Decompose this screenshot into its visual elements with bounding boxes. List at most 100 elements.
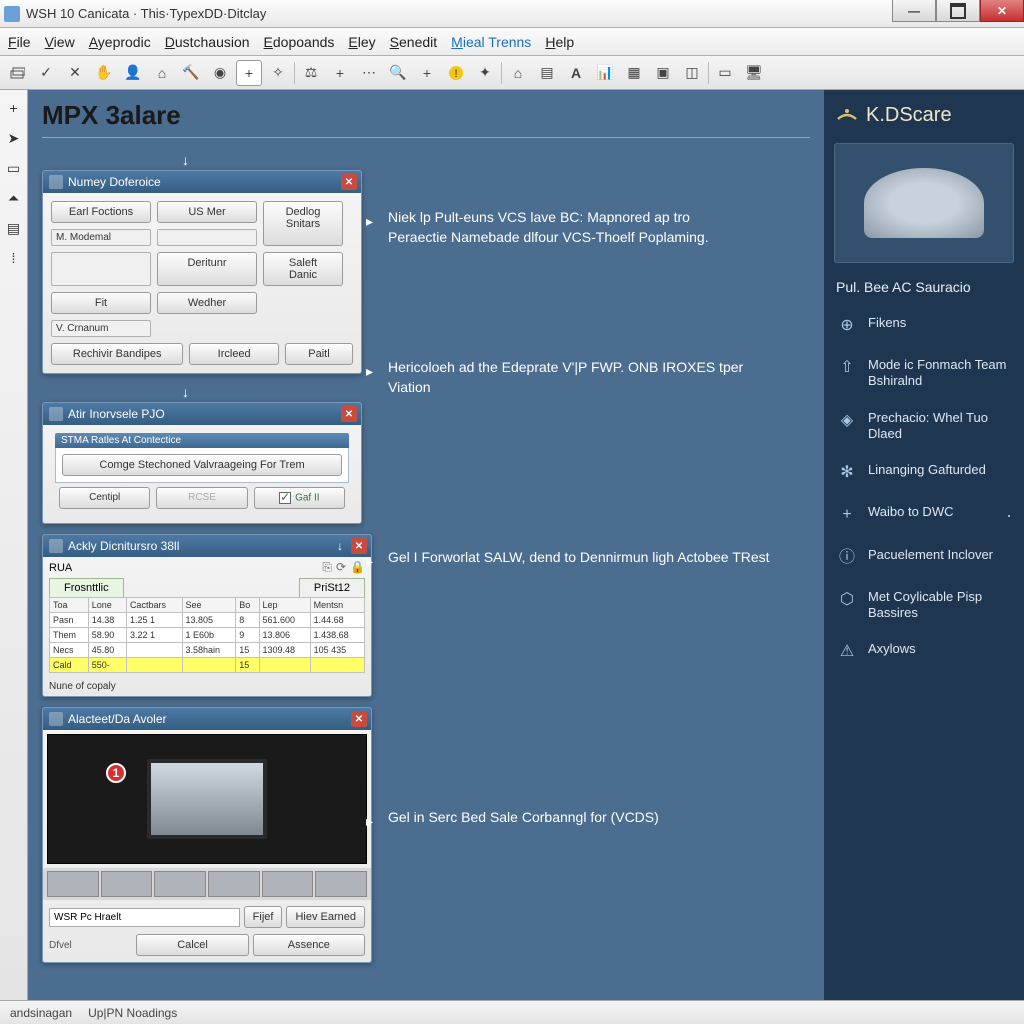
btn-excleed[interactable]: Ircleed [189,343,279,365]
menu-dustchausion[interactable]: Dustchausion [165,34,250,50]
table-row: Them58.903.22 11 E60b913.8061.438.68 [50,628,365,643]
tab-frosnttlic[interactable]: Frosnttlic [49,578,124,597]
sidebar-item-fikens[interactable]: ⊕Fikens [824,305,1024,347]
field-wedher[interactable]: Wedher [157,292,257,314]
video-screen [147,759,267,839]
menu-help[interactable]: Help [545,34,574,50]
sidebar-item-mode[interactable]: ⇧Mode ic Fonmach Team Bshiralnd [824,347,1024,400]
btn-hiev[interactable]: Hiev Earned [286,906,365,928]
tool-bold-icon[interactable]: A [563,60,589,86]
tool-monitor-icon[interactable]: 🖥 [741,60,767,86]
menu-ayeprodic[interactable]: Ayeprodic [89,34,151,50]
maximize-button[interactable] [936,0,980,22]
flow-arrow-icon: ↓ [182,152,810,168]
rail-plus-icon[interactable]: + [4,98,24,118]
tool-home-icon[interactable]: ⌂ [149,60,175,86]
panel3-close-icon[interactable]: ✕ [351,538,367,554]
tool-check-icon[interactable]: ✓ [33,60,59,86]
menu-senedit[interactable]: Senedit [390,34,438,50]
rail-doc-icon[interactable]: ▭ [4,158,24,178]
tool-layers-icon[interactable] [4,60,30,86]
tool-chart-icon[interactable]: 📊 [592,60,618,86]
tool-hand-icon[interactable]: ✋ [91,60,117,86]
rail-list-icon[interactable]: ▤ [4,218,24,238]
tool-scale-icon[interactable]: ⚖ [298,60,324,86]
sidebar-item-prechacio[interactable]: ◈Prechacio: Whel Tuo Dlaed [824,400,1024,453]
thumbnail[interactable] [101,871,153,897]
panel4-close-icon[interactable]: ✕ [351,711,367,727]
plus-icon: + [836,504,858,526]
field-usmer[interactable]: US Mer [157,201,257,223]
sidebar-item-pacuelement[interactable]: ⓘPacuelement Inclover [824,537,1024,579]
thumbnail[interactable] [315,871,367,897]
tool-sparkle-icon[interactable]: ✦ [472,60,498,86]
tool-person-icon[interactable]: 👤 [120,60,146,86]
input-wsr[interactable]: WSR Pc Hraelt [49,908,240,927]
app-icon [4,6,20,22]
thumbnail[interactable] [154,871,206,897]
field-deadog[interactable]: DedlogSnitars [263,201,343,246]
menu-file[interactable]: File [8,34,31,50]
btn-rechivir[interactable]: Rechivir Bandipes [51,343,183,365]
tool-grid-icon[interactable]: ▦ [621,60,647,86]
menu-view[interactable]: View [45,34,75,50]
btn-calcel[interactable]: Calcel [136,934,248,956]
menu-eley[interactable]: Eley [348,34,375,50]
rail-cone-icon[interactable]: ⏶ [4,188,24,208]
btn-centipl[interactable]: Centipl [59,487,150,509]
tool-warning-icon[interactable]: ! [443,60,469,86]
field-blank [157,229,257,246]
thumbnail[interactable] [262,871,314,897]
menubar: File View Ayeprodic Dustchausion Edopoan… [0,28,1024,56]
btn-comge[interactable]: Comge Stechoned Valvraageing For Trem [62,454,342,476]
tool-x-icon[interactable]: ✕ [62,60,88,86]
rail-arrow-icon[interactable]: ➤ [4,128,24,148]
field-fit[interactable]: Fit [51,292,151,314]
tool-compass-icon[interactable]: ✧ [265,60,291,86]
tool-plus-icon[interactable]: + [236,60,262,86]
menu-edopoands[interactable]: Edopoands [264,34,335,50]
copy-icon[interactable]: ⎘ [322,560,332,575]
sidebar-item-linanging[interactable]: ✻Linanging Gafturded [824,452,1024,494]
tool-doc-icon[interactable]: ▤ [534,60,560,86]
input-dfvel[interactable] [76,934,133,956]
field-earl[interactable]: Earl Foctions [51,201,151,223]
sidebar-item-axylows[interactable]: ⚠Axylows [824,631,1024,673]
lock-icon[interactable]: 🔒 [350,560,365,575]
tool-globe-icon[interactable]: ◉ [207,60,233,86]
btn-fijef[interactable]: Fijef [244,906,283,928]
tool-hammer-icon[interactable]: 🔨 [178,60,204,86]
tab-prist12[interactable]: PriSt12 [299,578,365,597]
btn-paitl[interactable]: Paitl [285,343,353,365]
layers-icon: ◈ [836,410,858,432]
promo-image[interactable] [834,143,1014,263]
panel2-close-icon[interactable]: ✕ [341,406,357,422]
rail-dots-icon[interactable]: ⁞ [4,248,24,268]
sidebar-item-waibo[interactable]: +Waibo to DWC [824,494,1024,537]
field-saleft[interactable]: SaleftDanic [263,252,343,286]
arrow-icon: ▸ [366,212,373,232]
sidebar-item-metcoylicable[interactable]: ⬡Met Coylicable Pisp Bassires [824,579,1024,632]
btn-gaf[interactable]: Gaf II [254,487,345,509]
table-row: Pasn14.381.25 113.8058561.6001.44.68 [50,613,365,628]
video-preview[interactable]: 1 [47,734,367,864]
minimize-button[interactable]: — [892,0,936,22]
tool-plus2-icon[interactable]: + [414,60,440,86]
tool-window-icon[interactable]: ◫ [679,60,705,86]
tool-add-icon[interactable]: + [327,60,353,86]
thumbnail[interactable] [47,871,99,897]
field-deritunr[interactable]: Deritunr [157,252,257,286]
panel1-close-icon[interactable]: ✕ [341,174,357,190]
thumbnail[interactable] [208,871,260,897]
notification-badge: 1 [106,763,126,783]
tool-mag-icon[interactable]: 🔍 [385,60,411,86]
menu-miealtrenns[interactable]: Mieal Trenns [451,34,531,50]
tool-table-icon[interactable]: ▣ [650,60,676,86]
tool-card-icon[interactable]: ▭ [712,60,738,86]
close-button[interactable]: ✕ [980,0,1024,22]
refresh-icon[interactable]: ⟳ [336,560,346,575]
tool-house-icon[interactable]: ⌂ [505,60,531,86]
tool-dots-icon[interactable]: ⋯ [356,60,382,86]
btn-rcse[interactable]: RCSE [156,487,247,509]
btn-assence[interactable]: Assence [253,934,365,956]
